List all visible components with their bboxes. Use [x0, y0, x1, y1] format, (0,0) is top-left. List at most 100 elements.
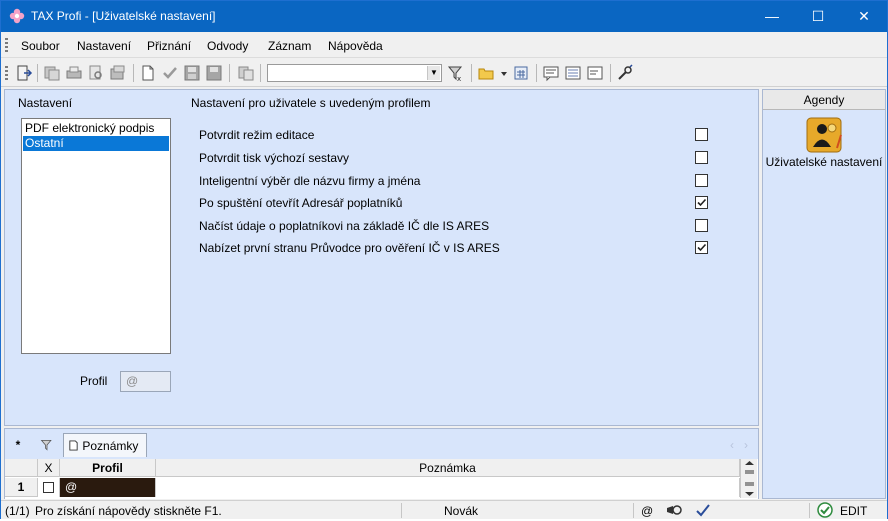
column-header-profil[interactable]: Profil: [60, 459, 156, 477]
minimize-button[interactable]: —: [749, 1, 795, 32]
duplicate-icon[interactable]: [237, 64, 255, 82]
app-window: TAX Profi - [Uživatelské nastavení] — ☐ …: [0, 0, 888, 519]
menu-napoveda[interactable]: Nápověda: [328, 39, 383, 53]
checkmark-icon: [697, 198, 707, 207]
grid-scrollbar[interactable]: [740, 459, 757, 498]
setting-label: Po spuštění otevřít Adresář poplatníků: [199, 196, 403, 210]
filter-funnel-icon[interactable]: [37, 433, 57, 457]
nastaveni-header: Nastavení: [18, 96, 73, 110]
profil-label: Profil: [80, 374, 108, 388]
signature-icon[interactable]: [695, 502, 711, 521]
status-separator: [809, 503, 810, 518]
new-document-icon[interactable]: [139, 64, 157, 82]
setting-label: Načíst údaje o poplatníkovi na základě I…: [199, 219, 490, 233]
print-preview-icon[interactable]: [87, 64, 105, 82]
menu-bar: Soubor Nastavení Přiznání Odvody Záznam …: [1, 32, 887, 58]
agendy-panel: Agendy Uživatelské nastavení: [762, 89, 886, 499]
folder-dropdown-icon[interactable]: [495, 64, 507, 82]
print-icon[interactable]: [65, 64, 83, 82]
exit-door-icon[interactable]: [15, 64, 33, 82]
setting-label: Inteligentní výběr dle názvu firmy a jmé…: [199, 174, 421, 188]
status-mode: EDIT: [840, 504, 868, 518]
settings-category-list[interactable]: PDF elektronický podpis Ostatní: [21, 118, 171, 354]
row-header-corner: [5, 459, 38, 477]
profil-field[interactable]: @: [120, 371, 171, 392]
tab-poznamky[interactable]: Poznámky: [63, 433, 147, 457]
checkmark-icon: [697, 243, 707, 252]
setting-checkbox[interactable]: [695, 219, 708, 232]
copy-record-icon[interactable]: [43, 64, 61, 82]
list-item-selected[interactable]: Ostatní: [23, 136, 169, 151]
menubar-grip-icon[interactable]: [5, 38, 8, 52]
status-help: Pro získání nápovědy stiskněte F1.: [35, 504, 222, 518]
notes-panel: * Poznámky ‹ › X Profil Poznámka 1 @: [4, 428, 759, 499]
row-number[interactable]: 1: [5, 478, 38, 497]
menu-zaznam[interactable]: Záznam: [268, 39, 311, 53]
list-item[interactable]: PDF elektronický podpis: [23, 121, 169, 136]
maximize-button[interactable]: ☐: [795, 1, 841, 32]
tab-poznamky-label: Poznámky: [82, 439, 139, 453]
setting-checkbox[interactable]: [695, 128, 708, 141]
row-delete-checkbox-cell: [38, 478, 60, 497]
menu-priznani[interactable]: Přiznání: [147, 39, 191, 53]
toolbar-grip-icon[interactable]: [5, 66, 8, 80]
toolbar-separator: [536, 64, 537, 82]
setting-checkbox[interactable]: [695, 196, 708, 209]
settings-header: Nastavení pro uživatele s uvedeným profi…: [191, 96, 431, 110]
list-window-icon[interactable]: [564, 64, 582, 82]
tabs-prev-button[interactable]: ‹: [727, 433, 737, 457]
title-bar: TAX Profi - [Uživatelské nastavení] — ☐ …: [1, 1, 887, 32]
status-bar: (1/1) Pro získání nápovědy stiskněte F1.…: [1, 500, 887, 519]
poznamka-cell[interactable]: [156, 478, 740, 497]
settings-panel: Nastavení PDF elektronický podpis Ostatn…: [4, 89, 759, 426]
open-folder-icon[interactable]: [478, 64, 496, 82]
profil-cell[interactable]: @: [60, 478, 156, 497]
column-header-poznamka[interactable]: Poznámka: [156, 459, 740, 477]
chevron-down-icon[interactable]: ▼: [427, 66, 440, 80]
agendy-header[interactable]: Agendy: [763, 90, 885, 110]
toolbar-separator: [229, 64, 230, 82]
setting-checkbox[interactable]: [695, 241, 708, 254]
toolbar-separator: [260, 64, 261, 82]
menu-nastaveni[interactable]: Nastavení: [77, 39, 131, 53]
toolbar: ▼ x: [1, 59, 887, 87]
tabs-next-button[interactable]: ›: [741, 433, 751, 457]
window-title: TAX Profi - [Uživatelské nastavení]: [31, 9, 216, 23]
notes-grid: X Profil Poznámka 1 @: [5, 459, 758, 499]
export-icon[interactable]: [109, 64, 127, 82]
setting-checkbox[interactable]: [695, 174, 708, 187]
toolbar-separator: [610, 64, 611, 82]
tools-wrench-icon[interactable]: [616, 64, 634, 82]
notes-tabbar: * Poznámky ‹ ›: [5, 429, 758, 457]
status-page: (1/1): [5, 504, 30, 518]
notes-window-icon[interactable]: [586, 64, 604, 82]
setting-checkbox[interactable]: [695, 151, 708, 164]
status-separator: [633, 503, 634, 518]
mail-horn-icon[interactable]: [665, 503, 683, 520]
filter-combobox[interactable]: ▼: [267, 64, 442, 82]
svg-text:x: x: [457, 75, 461, 82]
save-icon[interactable]: [183, 64, 201, 82]
confirm-check-icon[interactable]: [161, 64, 179, 82]
edit-ok-icon: [817, 502, 833, 521]
app-flower-icon: [9, 8, 25, 24]
user-settings-icon[interactable]: [806, 117, 842, 153]
toolbar-separator: [471, 64, 472, 82]
save-all-icon[interactable]: [205, 64, 223, 82]
status-at: @: [641, 504, 654, 518]
close-button[interactable]: ✕: [841, 1, 887, 32]
message-icon[interactable]: [542, 64, 560, 82]
row-delete-checkbox[interactable]: [43, 482, 54, 493]
calculator-icon[interactable]: [512, 64, 530, 82]
menu-soubor[interactable]: Soubor: [21, 39, 60, 53]
setting-label: Potvrdit tisk výchozí sestavy: [199, 151, 350, 165]
filter-funnel-icon[interactable]: x: [447, 64, 465, 82]
tab-new-record[interactable]: *: [7, 433, 29, 457]
status-separator: [401, 503, 402, 518]
status-user: Novák: [444, 504, 479, 518]
column-header-x[interactable]: X: [38, 459, 60, 477]
agendy-item-label[interactable]: Uživatelské nastavení: [763, 155, 885, 169]
menu-odvody[interactable]: Odvody: [207, 39, 248, 53]
setting-label: Potvrdit režim editace: [199, 128, 315, 142]
toolbar-separator: [133, 64, 134, 82]
